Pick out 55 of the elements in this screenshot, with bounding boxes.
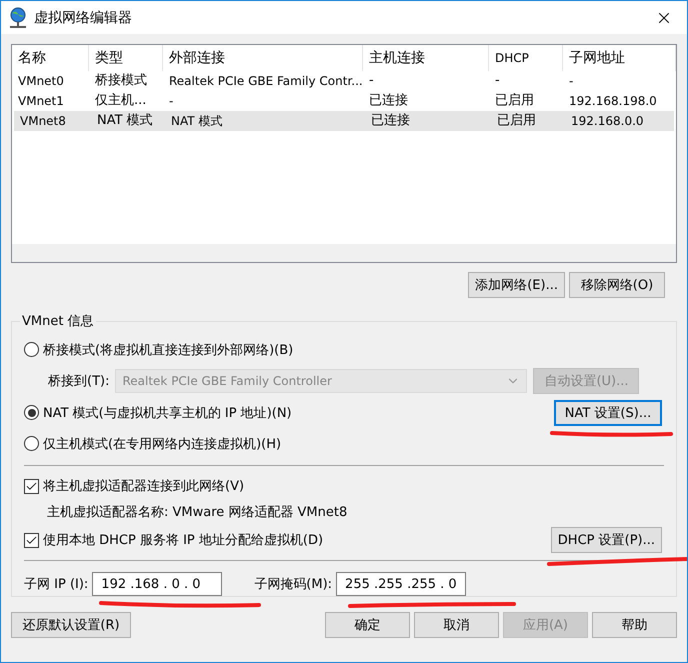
table-cell-text: -: [568, 73, 574, 90]
network-row[interactable]: VMnet8 NAT 模式 NAT 模式 已连接 已启用 192.168.0.0: [14, 111, 674, 131]
bridge-to-label: 桥接到(T):: [48, 373, 110, 390]
subnet-mask-label: 子网掩码(M):: [254, 576, 332, 593]
dhcp-settings-button[interactable]: DHCP 设置(P)...: [550, 527, 662, 553]
table-cell-text: 192.168.0.0: [570, 113, 645, 130]
column-header[interactable]: 子网地址: [563, 45, 676, 71]
column-header[interactable]: 主机连接: [363, 45, 489, 71]
table-cell-text: NAT 模式: [96, 112, 154, 130]
window-title: 虚拟网络编辑器: [34, 8, 133, 26]
adapter-name-text: 主机虚拟适配器名称: VMware 网络适配器 VMnet8: [46, 504, 348, 522]
radio-label: 仅主机模式(在专用网络内连接虚拟机)(H): [43, 436, 282, 452]
subnet-ip-label: 子网 IP (I):: [24, 576, 88, 593]
table-cell-text: VMnet1: [17, 93, 65, 110]
dialog-button[interactable]: 确定: [325, 612, 410, 638]
table-cell-text: -: [494, 72, 501, 90]
restore-defaults-button[interactable]: 还原默认设置(R): [11, 612, 131, 638]
column-header[interactable]: DHCP: [489, 45, 563, 71]
radio-label: NAT 模式(与虚拟机共享主机的 IP 地址)(N): [43, 404, 292, 422]
table-cell-text: NAT 模式: [170, 113, 224, 130]
radio-label: 桥接模式(将虚拟机直接连接到外部网络)(B): [43, 342, 294, 358]
table-cell-text: 已启用: [496, 112, 537, 130]
radio-button[interactable]: [24, 436, 39, 451]
table-cell-text: 仅主机...: [94, 92, 148, 110]
radio-button[interactable]: [24, 405, 39, 420]
column-header[interactable]: 外部连接: [163, 45, 363, 71]
network-button[interactable]: 移除网络(O): [569, 272, 665, 298]
subnet-ip-field[interactable]: 192 .168 . 0 . 0: [92, 572, 222, 596]
table-cell-text: 桥接模式: [94, 72, 148, 90]
table-cell-text: 已连接: [370, 112, 411, 130]
network-globe-icon: [8, 6, 28, 28]
column-header[interactable]: 类型: [89, 45, 163, 71]
column-header[interactable]: 名称: [12, 45, 89, 71]
table-cell-text: 已连接: [368, 92, 409, 110]
checkbox[interactable]: [24, 478, 39, 494]
table-cell-text: Realtek PCIe GBE Family Contr...: [168, 73, 363, 90]
group-title: VMnet 信息: [21, 313, 95, 330]
network-button[interactable]: 添加网络(E)...: [468, 272, 565, 298]
horizontal-scrollbar[interactable]: [12, 244, 676, 262]
dialog-button[interactable]: 取消: [414, 612, 499, 638]
dialog-button[interactable]: 帮助: [592, 612, 677, 638]
subnet-mask-field[interactable]: 255 .255 .255 . 0: [336, 572, 466, 596]
table-cell-text: 已启用: [494, 92, 535, 110]
table-cell-text: -: [168, 93, 174, 110]
network-row[interactable]: VMnet1 仅主机... - 已连接 已启用 192.168.198.0: [12, 91, 676, 111]
radio-button[interactable]: [24, 342, 39, 357]
nat-settings-button[interactable]: NAT 设置(S)...: [554, 400, 662, 426]
table-cell-text: 192.168.198.0: [568, 93, 658, 110]
network-row[interactable]: VMnet0 桥接模式 Realtek PCIe GBE Family Contr... - - -: [12, 71, 676, 91]
checkbox[interactable]: [24, 532, 39, 548]
checkbox-label: 将主机虚拟适配器连接到此网络(V): [43, 478, 244, 495]
table-cell-text: VMnet8: [19, 113, 67, 130]
table-cell-text: -: [368, 72, 375, 90]
checkbox-label: 使用本地 DHCP 服务将 IP 地址分配给虚拟机(D): [43, 532, 324, 549]
table-cell-text: VMnet0: [17, 73, 65, 90]
